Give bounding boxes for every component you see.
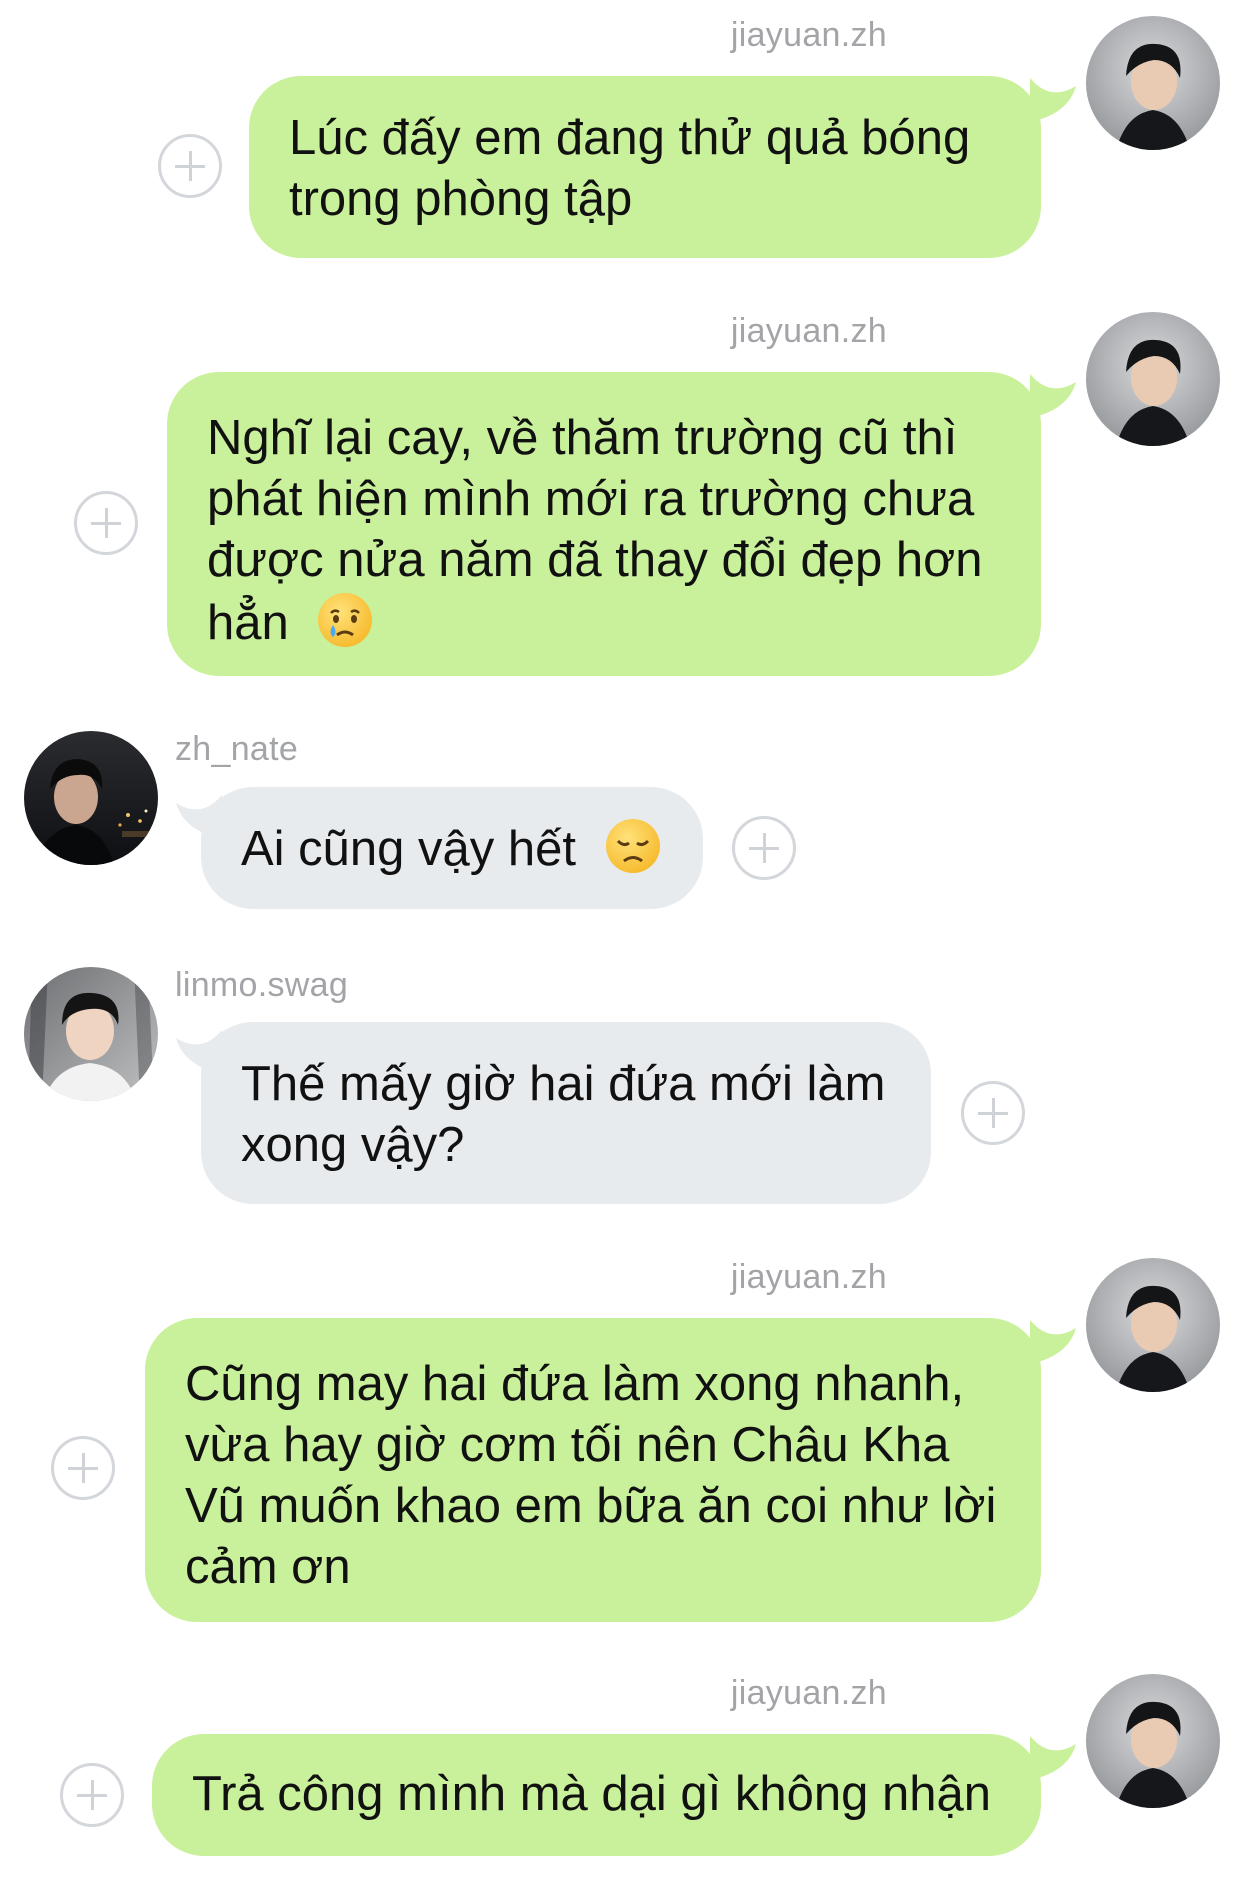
message-bubble[interactable]: Cũng may hai đứa làm xong nhanh, vừa hay… <box>145 1318 1041 1622</box>
message-bubble[interactable]: Ai cũng vậy hết <box>201 787 703 909</box>
add-reaction-icon[interactable] <box>732 816 796 880</box>
message-text: Trả công mình mà dại gì không nhận <box>192 1767 992 1821</box>
message-text: Thế mấy giờ hai đứa mới làm xong vậy? <box>241 1057 886 1172</box>
avatar[interactable] <box>1086 1258 1220 1392</box>
disappointed-face-icon <box>604 817 662 875</box>
message-bubble[interactable]: Lúc đấy em đang thử quả bóng trong phòng… <box>249 76 1041 258</box>
add-reaction-icon[interactable] <box>60 1763 124 1827</box>
message-text: Cũng may hai đứa làm xong nhanh, vừa hay… <box>185 1357 997 1594</box>
username: jiayuan.zh <box>730 16 887 54</box>
add-reaction-icon[interactable] <box>51 1436 115 1500</box>
message-bubble[interactable]: Nghĩ lại cay, về thăm trường cũ thì phát… <box>167 372 1041 676</box>
message-text: Lúc đấy em đang thử quả bóng trong phòng… <box>289 111 971 226</box>
username: jiayuan.zh <box>730 1674 887 1712</box>
message-bubble[interactable]: Thế mấy giờ hai đứa mới làm xong vậy? <box>201 1022 931 1204</box>
message-1: jiayuan.zh Lúc đấy em đang thử quả bóng … <box>0 0 1242 258</box>
message-text: Ai cũng vậy hết <box>241 822 577 876</box>
add-reaction-icon[interactable] <box>961 1081 1025 1145</box>
username: jiayuan.zh <box>730 312 887 350</box>
avatar[interactable] <box>1086 312 1220 446</box>
avatar[interactable] <box>24 967 158 1101</box>
crying-face-icon <box>316 591 374 649</box>
avatar[interactable] <box>24 731 158 865</box>
add-reaction-icon[interactable] <box>74 491 138 555</box>
username: jiayuan.zh <box>730 1258 887 1296</box>
avatar[interactable] <box>1086 16 1220 150</box>
avatar[interactable] <box>1086 1674 1220 1808</box>
username: zh_nate <box>175 730 299 768</box>
add-reaction-icon[interactable] <box>158 134 222 198</box>
username: linmo.swag <box>175 966 349 1004</box>
message-bubble[interactable]: Trả công mình mà dại gì không nhận <box>152 1734 1041 1856</box>
